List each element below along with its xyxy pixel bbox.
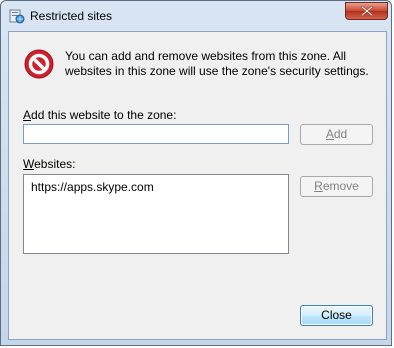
dialog-content: You can add and remove websites from thi… xyxy=(8,31,387,340)
add-website-input[interactable] xyxy=(23,124,289,144)
window-title: Restricted sites xyxy=(30,9,113,23)
title-bar[interactable]: Restricted sites xyxy=(1,1,393,31)
add-button[interactable]: Add xyxy=(300,124,373,145)
internet-options-icon xyxy=(9,8,25,24)
add-website-label-accel: A xyxy=(23,108,32,122)
restricted-stop-icon xyxy=(24,49,54,79)
close-icon xyxy=(361,6,373,16)
list-item[interactable]: https://apps.skype.com xyxy=(31,180,154,194)
remove-button-accel: R xyxy=(314,179,323,193)
websites-label: Websites: xyxy=(23,157,76,171)
websites-label-accel: W xyxy=(23,157,35,171)
close-button[interactable]: Close xyxy=(300,305,373,326)
remove-button[interactable]: Remove xyxy=(300,176,373,197)
websites-list[interactable]: https://apps.skype.com xyxy=(23,174,289,254)
add-website-label: Add this website to the zone: xyxy=(23,108,177,122)
add-button-accel: A xyxy=(325,127,334,141)
restricted-sites-dialog: Restricted sites You can add and remove … xyxy=(0,0,392,346)
window-close-button[interactable] xyxy=(345,2,388,20)
zone-description: You can add and remove websites from thi… xyxy=(65,49,369,78)
